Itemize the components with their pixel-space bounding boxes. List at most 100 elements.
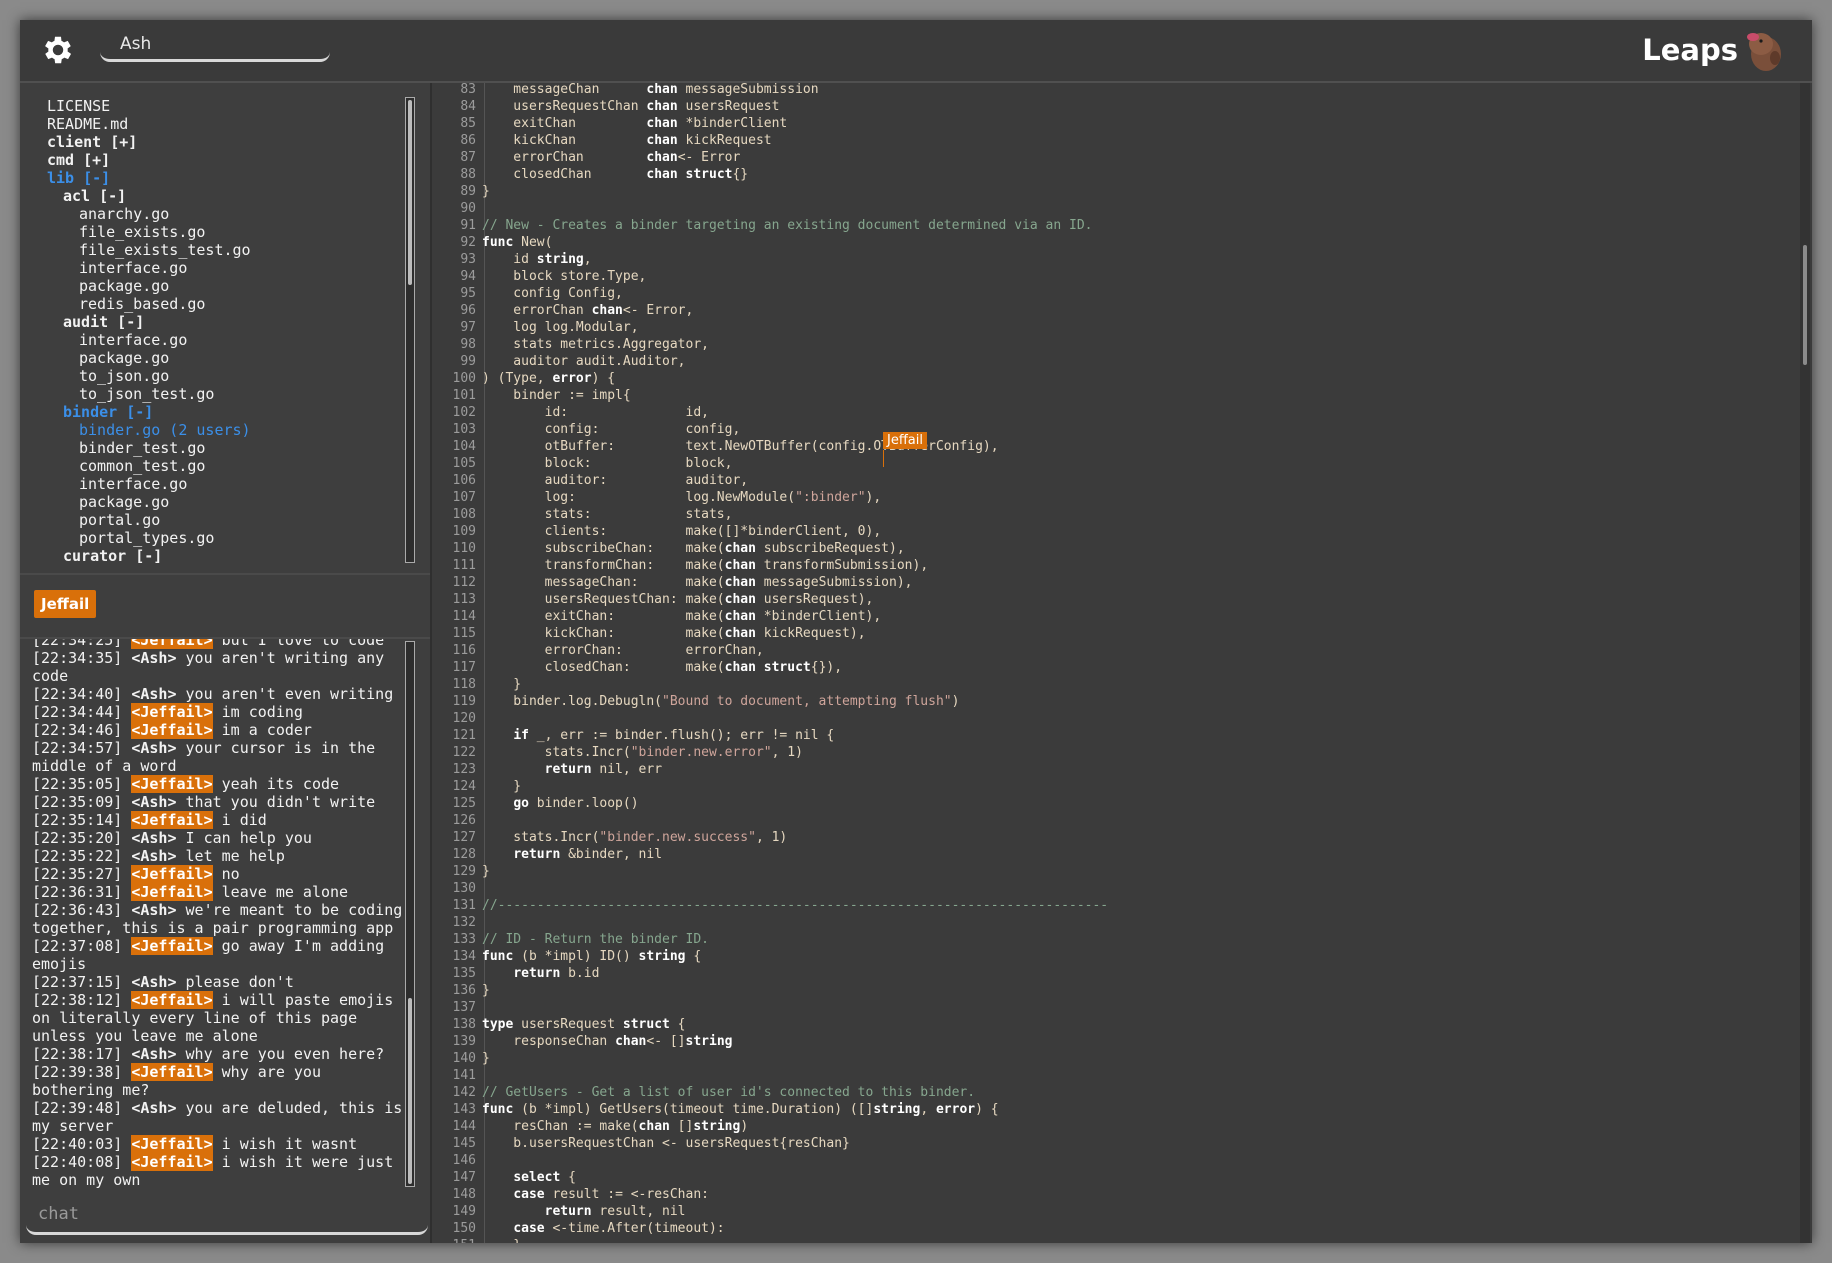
code-line[interactable]: 119 binder.log.Debugln("Bound to documen… (432, 693, 1802, 710)
code-line[interactable]: 130 (432, 880, 1802, 897)
code-line[interactable]: 148 case result := <-resChan: (432, 1186, 1802, 1203)
code-line[interactable]: 99 auditor audit.Auditor, (432, 353, 1802, 370)
code-line[interactable]: 108 stats: stats, (432, 506, 1802, 523)
code-editor[interactable]: 83 messageChan chan messageSubmission 84 … (432, 83, 1812, 1243)
code-text[interactable]: responseChan chan<- []string (482, 1033, 732, 1050)
code-line[interactable]: 109 clients: make([]*binderClient, 0), (432, 523, 1802, 540)
tree-folder[interactable]: acl [-] (47, 187, 251, 205)
tree-file[interactable]: file_exists_test.go (47, 241, 251, 259)
code-line[interactable]: 90 (432, 200, 1802, 217)
code-line[interactable]: 143 func (b *impl) GetUsers(timeout time.… (432, 1101, 1802, 1118)
code-text[interactable]: type usersRequest struct { (482, 1016, 686, 1033)
tree-file[interactable]: portal_types.go (47, 529, 251, 547)
gear-icon[interactable] (40, 32, 76, 68)
code-line[interactable]: 89} (432, 183, 1802, 200)
code-line[interactable]: 116 errorChan: errorChan, (432, 642, 1802, 659)
code-text[interactable]: closedChan: make(chan struct{}), (482, 659, 842, 676)
code-line[interactable]: 137 (432, 999, 1802, 1016)
code-line[interactable]: 124 } (432, 778, 1802, 795)
code-text[interactable]: errorChan chan<- Error (482, 149, 740, 166)
code-line[interactable]: 92 func New( (432, 234, 1802, 251)
code-text[interactable]: return nil, err (482, 761, 662, 778)
code-text[interactable]: go binder.loop() (482, 795, 638, 812)
code-line[interactable]: 125 go binder.loop() (432, 795, 1802, 812)
tree-file[interactable]: redis_based.go (47, 295, 251, 313)
code-line[interactable]: 139 responseChan chan<- []string (432, 1033, 1802, 1050)
tree-folder[interactable]: lib [-] (47, 169, 251, 187)
tree-file[interactable]: package.go (47, 277, 251, 295)
code-text[interactable]: func New( (482, 234, 552, 251)
code-text[interactable]: stats.Incr("binder.new.success", 1) (482, 829, 787, 846)
code-line[interactable]: 117 closedChan: make(chan struct{}), (432, 659, 1802, 676)
code-text[interactable]: func (b *impl) ID() string { (482, 948, 701, 965)
code-text[interactable]: select { (482, 1169, 576, 1186)
tree-file[interactable]: to_json.go (47, 367, 251, 385)
tree-file[interactable]: binder.go (2 users) (47, 421, 251, 439)
code-text[interactable]: exitChan: make(chan *binderClient), (482, 608, 882, 625)
code-text[interactable]: return &binder, nil (482, 846, 662, 863)
code-text[interactable]: b.usersRequestChan <- usersRequest{resCh… (482, 1135, 850, 1152)
code-lines[interactable]: 83 messageChan chan messageSubmission 84 … (432, 83, 1802, 1243)
code-text[interactable]: return result, nil (482, 1203, 686, 1220)
code-text[interactable]: func (b *impl) GetUsers(timeout time.Dur… (482, 1101, 999, 1118)
tree-file[interactable]: to_json_test.go (47, 385, 251, 403)
code-line[interactable]: 104 otBuffer: text.NewOTBuffer(config.OT… (432, 438, 1802, 455)
code-text[interactable]: } (482, 1050, 490, 1067)
tree-file[interactable]: README.md (47, 115, 251, 133)
code-text[interactable]: errorChan chan<- Error, (482, 302, 693, 319)
code-line[interactable]: 134 func (b *impl) ID() string { (432, 948, 1802, 965)
code-line[interactable]: 103 config: config, (432, 421, 1802, 438)
code-text[interactable]: } (482, 676, 521, 693)
tree-file[interactable]: interface.go (47, 475, 251, 493)
code-line[interactable]: 98 stats metrics.Aggregator, (432, 336, 1802, 353)
code-line[interactable]: 91 // New - Creates a binder targeting an… (432, 217, 1802, 234)
user-tag[interactable]: Jeffail (34, 590, 97, 618)
username-input[interactable] (100, 29, 330, 62)
code-line[interactable]: 95 config Config, (432, 285, 1802, 302)
code-line[interactable]: 106 auditor: auditor, (432, 472, 1802, 489)
tree-file[interactable]: portal.go (47, 511, 251, 529)
code-line[interactable]: 140} (432, 1050, 1802, 1067)
code-text[interactable]: // GetUsers - Get a list of user id's co… (482, 1084, 975, 1101)
code-line[interactable]: 93 id string, (432, 251, 1802, 268)
code-line[interactable]: 123 return nil, err (432, 761, 1802, 778)
code-line[interactable]: 105 block: block, (432, 455, 1802, 472)
code-line[interactable]: 122 stats.Incr("binder.new.error", 1) (432, 744, 1802, 761)
editor-scroll-thumb[interactable] (1803, 245, 1807, 365)
code-text[interactable]: closedChan chan struct{} (482, 166, 748, 183)
code-text[interactable]: usersRequestChan: make(chan usersRequest… (482, 591, 874, 608)
tree-folder[interactable]: binder [-] (47, 403, 251, 421)
code-line[interactable]: 149 return result, nil (432, 1203, 1802, 1220)
file-tree-scroll-thumb[interactable] (408, 100, 412, 285)
code-line[interactable]: 110 subscribeChan: make(chan subscribeRe… (432, 540, 1802, 557)
editor-scrollbar[interactable] (1800, 83, 1810, 1243)
code-text[interactable]: if _, err := binder.flush(); err != nil … (482, 727, 834, 744)
code-text[interactable]: case result := <-resChan: (482, 1186, 709, 1203)
code-text[interactable]: ) (Type, error) { (482, 370, 615, 387)
code-line[interactable]: 112 messageChan: make(chan messageSubmis… (432, 574, 1802, 591)
code-line[interactable]: 146 (432, 1152, 1802, 1169)
code-text[interactable]: usersRequestChan chan usersRequest (482, 98, 779, 115)
code-text[interactable]: } (482, 183, 490, 200)
code-line[interactable]: 141 (432, 1067, 1802, 1084)
code-line[interactable]: 147 select { (432, 1169, 1802, 1186)
code-text[interactable]: kickChan: make(chan kickRequest), (482, 625, 866, 642)
code-line[interactable]: 129} (432, 863, 1802, 880)
code-line[interactable]: 83 messageChan chan messageSubmission (432, 83, 1802, 98)
code-line[interactable]: 138 type usersRequest struct { (432, 1016, 1802, 1033)
code-line[interactable]: 111 transformChan: make(chan transformSu… (432, 557, 1802, 574)
code-text[interactable]: stats.Incr("binder.new.error", 1) (482, 744, 803, 761)
code-line[interactable]: 127 stats.Incr("binder.new.success", 1) (432, 829, 1802, 846)
tree-folder[interactable]: curator [-] (47, 547, 251, 565)
code-text[interactable]: messageChan: make(chan messageSubmission… (482, 574, 913, 591)
code-line[interactable]: 120 (432, 710, 1802, 727)
code-text[interactable]: resChan := make(chan []string) (482, 1118, 748, 1135)
code-text[interactable]: transformChan: make(chan transformSubmis… (482, 557, 929, 574)
code-line[interactable]: 101 binder := impl{ (432, 387, 1802, 404)
code-text[interactable]: stats metrics.Aggregator, (482, 336, 709, 353)
code-text[interactable]: config Config, (482, 285, 623, 302)
tree-file[interactable]: interface.go (47, 259, 251, 277)
code-line[interactable]: 118 } (432, 676, 1802, 693)
code-line[interactable]: 84 usersRequestChan chan usersRequest (432, 98, 1802, 115)
code-text[interactable]: config: config, (482, 421, 741, 438)
